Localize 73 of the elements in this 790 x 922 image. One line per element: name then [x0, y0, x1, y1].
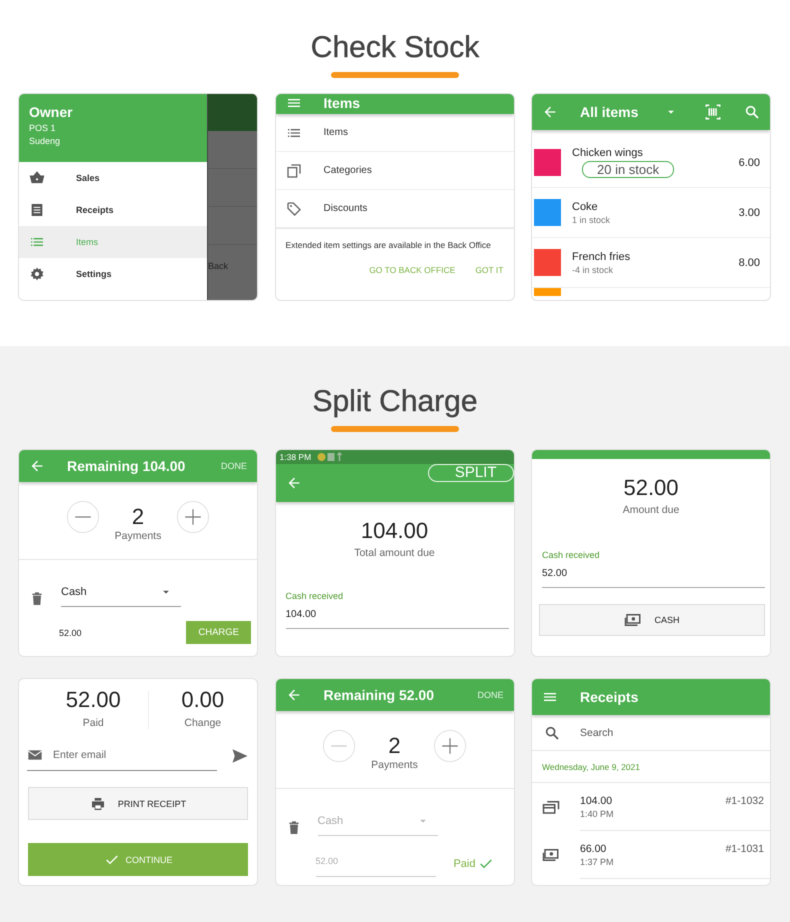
amount-field: 52.00 [59, 624, 179, 642]
menu-item[interactable]: Discounts [276, 190, 514, 228]
email-field[interactable]: Enter email [53, 749, 203, 761]
item-price: 8.00 [738, 256, 760, 268]
receipt-number: #1-1031 [725, 842, 764, 854]
screen-title: All items [580, 104, 638, 120]
amount-label: Change [184, 717, 222, 729]
receipt-number: #1-1032 [725, 794, 764, 806]
back-arrow-icon[interactable] [29, 458, 45, 474]
dimmed-app-bar [208, 94, 257, 131]
barcode-icon[interactable] [704, 103, 722, 121]
menu-item[interactable]: Sales [19, 162, 207, 194]
payment-count: 2 [132, 504, 144, 530]
screen-title: Remaining 104.00 [67, 458, 186, 474]
date-header: Wednesday, June 9, 2021 [532, 751, 770, 783]
stepper-label: Payments [114, 530, 162, 542]
tag-icon [286, 200, 302, 216]
user-name: Owner [29, 104, 74, 120]
item-name: Coke [572, 200, 599, 212]
cash-received-field[interactable]: Cash received 104.00 [286, 591, 508, 629]
change-amount: 0.00 [181, 687, 224, 713]
drawer-subtitle: Sudeng [29, 136, 62, 146]
amount-due: 52.00 [623, 475, 679, 501]
paid-status-text: Paid [453, 858, 476, 870]
receipt-icon [29, 202, 45, 218]
amount-due: 104.00 [360, 518, 428, 544]
plus-button-icon[interactable] [432, 728, 467, 762]
stepper-label: Payments [371, 758, 418, 770]
section-title: Check Stock [310, 30, 480, 66]
gear-icon [29, 266, 45, 282]
drawer-subtitle: POS 1 [29, 123, 57, 133]
amount-label: Paid [82, 717, 104, 729]
status-time: 1:38 PM [280, 452, 312, 462]
screen-title: Remaining 52.00 [324, 687, 434, 703]
menu-item[interactable]: Items [276, 114, 514, 152]
item-name: French fries [572, 250, 632, 262]
cash-icon [624, 611, 642, 629]
basket-icon [29, 170, 45, 186]
stock-callout: 20 in stock [582, 161, 674, 178]
cash-icon [542, 846, 560, 864]
cards-icon [542, 798, 560, 816]
receipt-time: 1:40 PM [580, 808, 615, 818]
send-icon[interactable] [231, 747, 249, 765]
receipt-time: 1:37 PM [580, 856, 615, 866]
stock-count: -4 in stock [572, 264, 614, 274]
receipt-amount: 104.00 [580, 794, 612, 806]
menu-item[interactable]: Settings [19, 258, 207, 290]
section-title: Split Charge [312, 384, 478, 420]
background-text: Back [208, 261, 228, 271]
info-text: Extended item settings are available in the Back Office [286, 239, 492, 251]
paid-amount: 52.00 [66, 687, 121, 713]
receipt-amount: 66.00 [580, 842, 606, 854]
menu-item[interactable]: Receipts [19, 194, 207, 226]
item-price: 3.00 [738, 206, 760, 218]
payment-count: 2 [388, 732, 401, 758]
amount-label: Amount due [622, 504, 680, 516]
menu-item[interactable]: Categories [276, 152, 514, 190]
item-price: 6.00 [738, 156, 760, 168]
search-icon[interactable] [544, 724, 560, 740]
plus-button-icon[interactable] [176, 500, 210, 534]
printer-icon [90, 796, 106, 812]
cash-button[interactable]: CASH [539, 604, 765, 636]
amount-label: Total amount due [354, 547, 435, 559]
print-receipt-button[interactable]: PRINT RECEIPT [28, 787, 248, 820]
stock-count: 1 in stock [572, 214, 612, 224]
split-callout: SPLIT [428, 464, 514, 482]
screen-title: Receipts [580, 689, 638, 705]
back-arrow-icon[interactable] [542, 104, 558, 120]
cash-received-field[interactable]: Cash received 52.00 [542, 550, 765, 588]
screen-title: Items [324, 95, 360, 111]
copy-icon [286, 162, 302, 178]
item-name: Chicken wings [572, 147, 644, 159]
payment-type-dropdown[interactable]: Cash [61, 582, 181, 607]
